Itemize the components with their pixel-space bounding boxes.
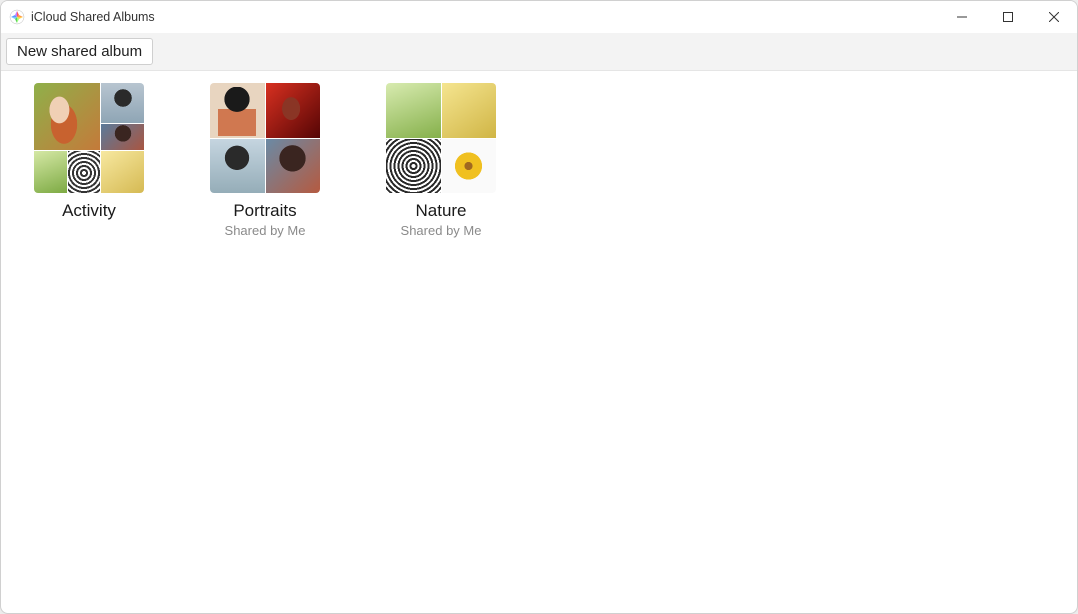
album-nature[interactable]: Nature Shared by Me: [381, 83, 501, 238]
app-window: iCloud Shared Albums New shared album: [0, 0, 1078, 614]
album-thumbnail: [386, 83, 496, 193]
toolbar: New shared album: [1, 33, 1077, 71]
album-subtitle: Shared by Me: [401, 223, 482, 238]
album-title: Nature: [415, 201, 466, 221]
app-icon: [9, 9, 25, 25]
titlebar: iCloud Shared Albums: [1, 1, 1077, 33]
minimize-button[interactable]: [939, 1, 985, 33]
titlebar-left: iCloud Shared Albums: [9, 9, 155, 25]
album-subtitle: Shared by Me: [225, 223, 306, 238]
albums-grid: Activity Portraits Shared by Me Nature: [1, 71, 1077, 613]
album-thumbnail: [34, 83, 144, 193]
maximize-button[interactable]: [985, 1, 1031, 33]
window-controls: [939, 1, 1077, 33]
album-activity[interactable]: Activity: [29, 83, 149, 223]
album-portraits[interactable]: Portraits Shared by Me: [205, 83, 325, 238]
album-title: Activity: [62, 201, 116, 221]
close-button[interactable]: [1031, 1, 1077, 33]
album-thumbnail: [210, 83, 320, 193]
new-shared-album-button[interactable]: New shared album: [6, 38, 153, 65]
window-title: iCloud Shared Albums: [31, 10, 155, 24]
album-title: Portraits: [233, 201, 296, 221]
